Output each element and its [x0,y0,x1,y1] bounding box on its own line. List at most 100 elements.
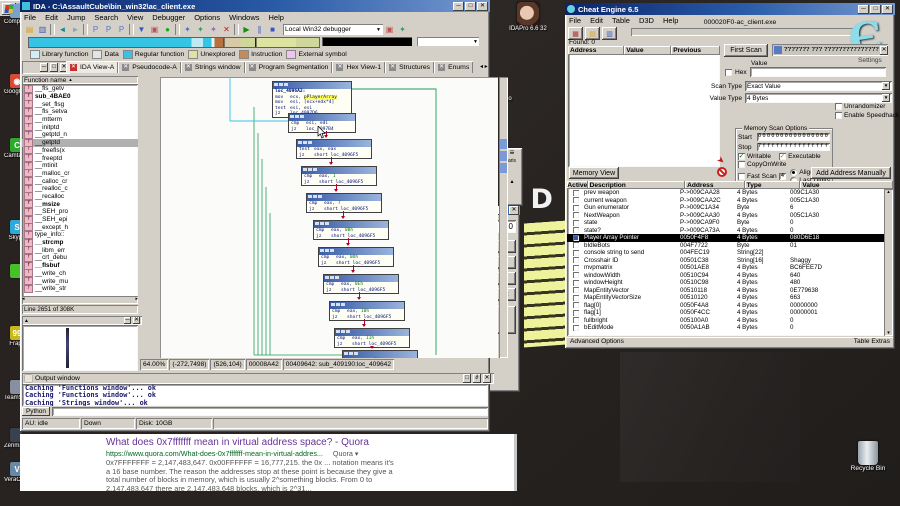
toolbar-icon[interactable]: P [90,24,101,35]
save-table-icon[interactable]: ▥ [602,27,617,40]
toolbar-icon[interactable] [234,24,239,35]
advanced-options-link[interactable]: Advanced Options [570,338,624,346]
functions-hscrollbar[interactable]: ◂ ▸ [22,296,138,304]
active-checkbox[interactable] [572,227,579,234]
menu-item[interactable]: View [127,13,143,22]
function-row[interactable]: f __mtterm [22,115,138,124]
navigation-band[interactable] [28,37,320,48]
desktop-icon[interactable]: ◉ Google Chrome [2,74,22,95]
toolbar-icon[interactable]: ◄ [57,24,68,35]
active-checkbox[interactable] [572,279,579,286]
desktop-icon[interactable]: 99 Fraps [2,326,22,347]
address-row[interactable]: Player Array Pointer 0050F4F8 4 Bytes 08… [567,234,893,242]
active-checkbox[interactable] [572,264,579,271]
tab-close-icon[interactable]: ✕ [122,63,130,71]
function-row[interactable]: f __crt_debu [22,254,138,262]
overview-titlebar[interactable]: ▲ ─ ✕ [22,316,142,325]
toolbar-icon[interactable]: ✦ [182,24,193,35]
menu-item[interactable]: Jump [67,13,85,22]
function-row[interactable]: f __malloc_cr [22,169,138,178]
function-row[interactable]: f __fls_setva [22,108,138,116]
active-checkbox[interactable] [572,257,579,264]
active-checkbox[interactable] [572,204,579,211]
address-row[interactable]: prev weapon P->009CAA28 4 Bytes 009C1A30 [567,189,893,197]
value-type-select[interactable]: 4 Bytes ▼ [745,93,892,103]
function-row[interactable]: f __initptd [22,123,138,132]
address-row[interactable]: flag[0] 0050F4A8 4 Bytes 00000000 [567,302,893,310]
desktop-icon[interactable] [2,264,22,279]
view-tab[interactable]: ✕ Hex View-1 [332,61,386,73]
tab-close-icon[interactable]: ✕ [336,63,344,71]
toolbar-icon[interactable] [83,24,88,35]
active-checkbox[interactable] [572,189,579,196]
cheat-engine-window[interactable]: Cheat Engine 6.5 ─ □ ✕ File Edit Table D3D H… [565,3,899,349]
function-row[interactable]: f __freeptd [22,154,138,162]
ida-titlebar[interactable]: IDA - C:\AssaultCube\bin_win32\ac_client… [20,0,490,12]
graph-canvas[interactable]: loc_4096A2: mov ecx, pPlayerArray mov esi, [… [160,77,498,358]
close-icon[interactable]: ✕ [477,1,488,11]
graph-overview[interactable] [22,325,138,371]
tab-close-icon[interactable]: ✕ [70,63,77,71]
executable-checkbox[interactable]: ✓ [779,153,787,160]
toolbar-icon[interactable]: ▤ [24,24,35,35]
scan-type-select[interactable]: Exact Value ▼ [745,81,892,91]
toolbar-icon[interactable]: ✦ [195,24,206,35]
view-tab[interactable]: ✕ IDA View-A [66,61,119,73]
output-titlebar[interactable]: Output window □ ∂ ✕ [22,373,494,384]
graph-basic-block[interactable]: cmp eax, 0Bh jz short loc_4096F5 [313,220,389,240]
menu-item[interactable]: Windows [229,13,259,22]
snapshot-icon[interactable]: ✦ [397,24,408,35]
graph-basic-block[interactable]: cmpeax, 13hjzshort loc_4096F5 [342,350,418,358]
toolbar-icon[interactable]: ∥ [254,24,265,35]
menu-item[interactable]: File [569,16,581,25]
toolbar-icon[interactable]: ✕ [221,24,232,35]
function-row[interactable]: f __libm_err [22,246,138,255]
fast-scan-input[interactable]: 4 [778,173,787,180]
tab-close-icon[interactable]: ✕ [438,63,446,71]
menu-item[interactable]: Debugger [152,13,185,22]
close-icon[interactable]: ✕ [483,374,491,383]
function-row[interactable]: f __write_ch [22,269,138,278]
address-row[interactable]: mvpmatrix 00501AE8 4 Bytes BC6FEE7D [567,264,893,272]
fast-scan-checkbox[interactable] [738,173,745,180]
address-row[interactable]: console string to send 004FEC19 String[2… [567,249,893,257]
maximize-icon[interactable]: □ [463,374,471,383]
desktop-icon[interactable]: S Skype [2,220,22,241]
first-scan-button[interactable]: First Scan [724,44,768,57]
function-row[interactable]: f type_info:: [22,231,138,239]
scroll-up-icon[interactable]: ▴ [884,189,893,195]
menu-item[interactable]: Edit [590,16,603,25]
address-row[interactable]: NextWeapon P->009CAA30 4 Bytes 005C1A30 [567,212,893,220]
graph-basic-block[interactable]: cmp eax, 1 jz short loc_4096F5 [301,166,377,186]
active-checkbox[interactable] [572,317,579,324]
address-input[interactable] [322,37,412,46]
function-row[interactable]: f __realloc_c [22,184,138,193]
function-row[interactable]: f __strcmp [22,238,138,247]
address-row[interactable]: windowHeight 00510C98 4 Bytes 480 [567,279,893,287]
active-checkbox[interactable] [572,302,579,309]
tab-close-icon[interactable]: ✕ [248,63,256,71]
active-checkbox[interactable] [572,309,579,316]
view-tab[interactable]: ✕ Enums [434,61,474,73]
toolbar-icon[interactable]: ✦ [208,24,219,35]
result-source[interactable]: Quora ▾ [333,449,359,458]
address-select[interactable]: ▼ [417,37,479,46]
maximize-icon[interactable]: □ [465,1,476,11]
address-row[interactable]: state P->009CA9F0 Byte 0 [567,219,893,227]
menu-item[interactable]: Help [269,13,284,22]
toolbar-icon[interactable]: ▣ [149,24,160,35]
function-row[interactable]: f __mtinit [22,161,138,170]
view-tab[interactable]: ✕ Strings window [180,61,245,73]
col-value[interactable]: Value [624,46,672,55]
add-address-button[interactable]: Add Address Manually [811,167,891,179]
graph-scrollbar[interactable] [499,77,508,358]
active-checkbox[interactable] [572,234,579,241]
minimize-icon[interactable]: ─ [40,63,48,72]
desktop-icon[interactable]: V VeraCrypt [2,462,22,483]
scan-value-bar[interactable]: ??????? ??? ?????????????????? ✕ [772,44,888,56]
col-active[interactable]: Active [567,181,588,189]
debugger-select[interactable]: Local Win32 debugger ▼ [283,24,383,35]
active-checkbox[interactable] [572,197,579,204]
desktop-icon[interactable]: Zenmap GUI [2,428,22,449]
active-checkbox[interactable] [572,212,579,219]
